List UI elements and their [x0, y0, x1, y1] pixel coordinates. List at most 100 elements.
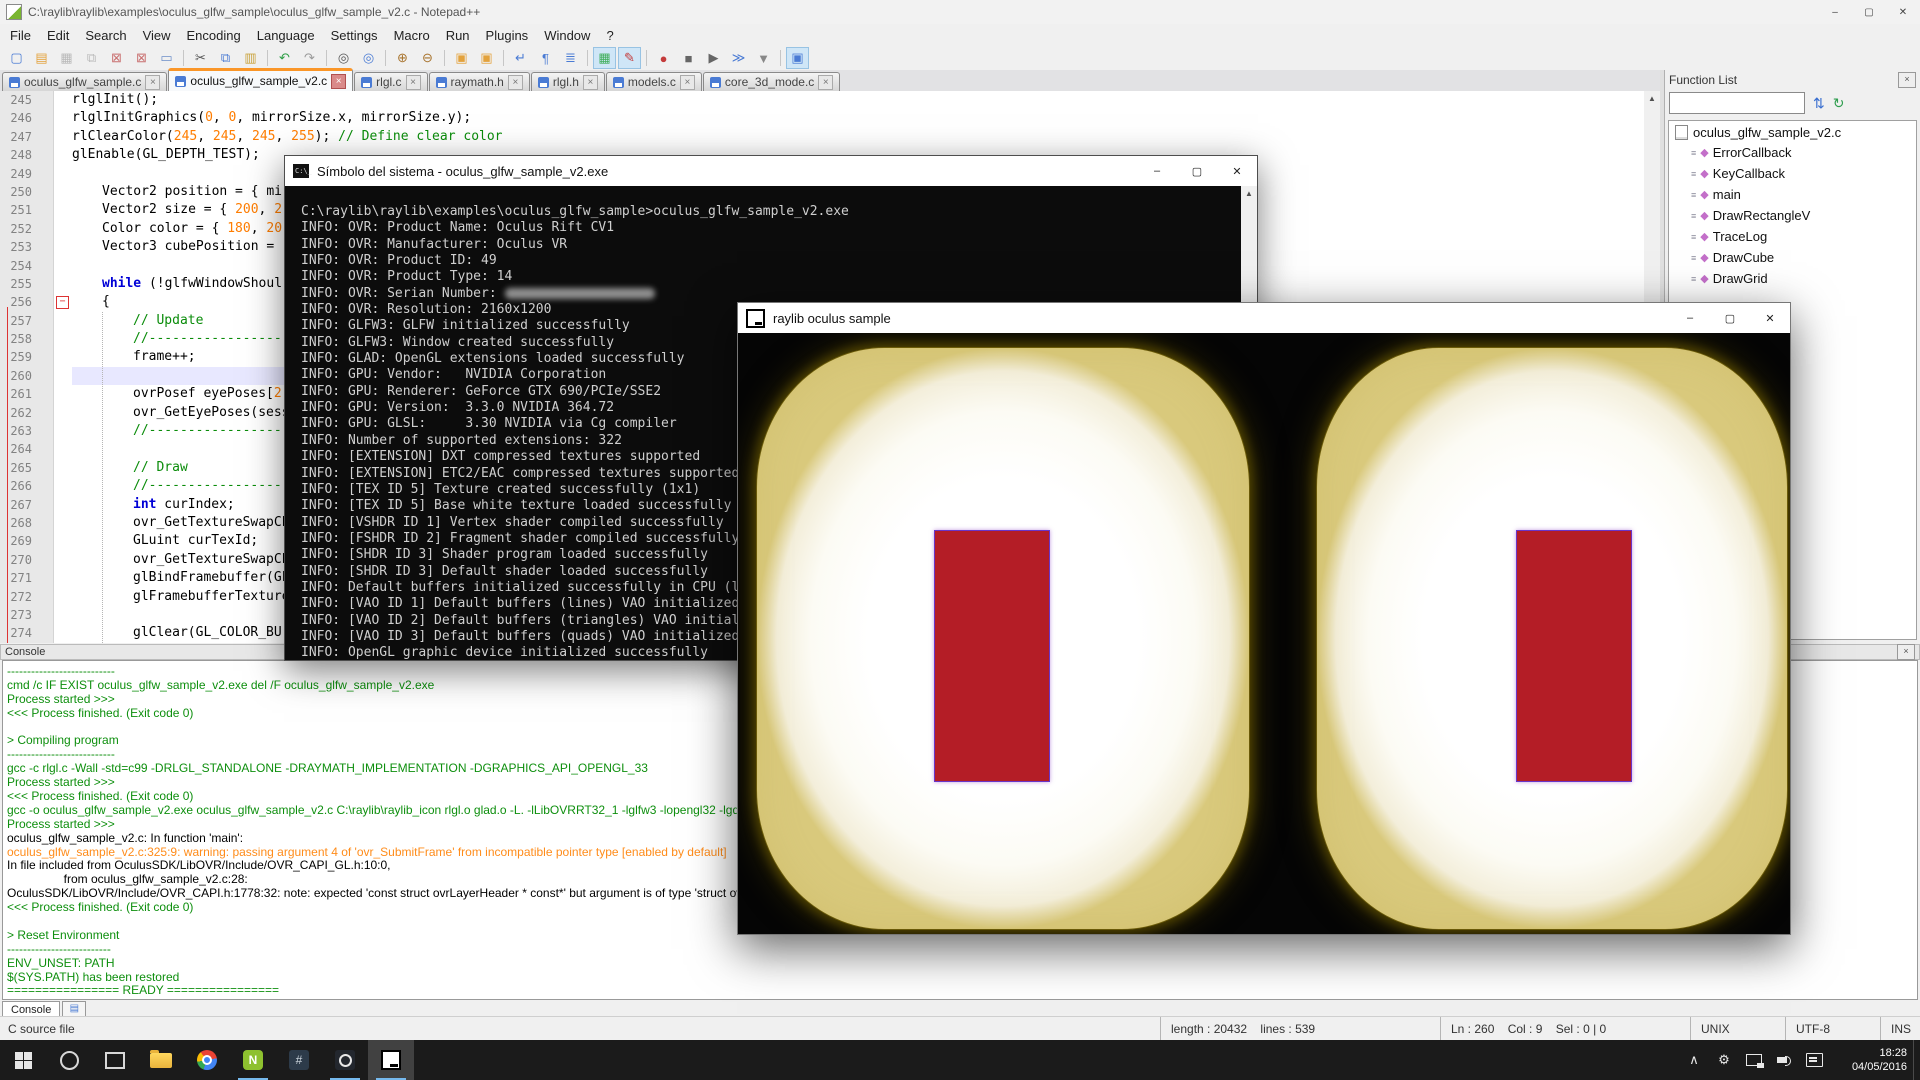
close-all-button[interactable]: ⊠ [130, 47, 153, 69]
print-button[interactable]: ▭ [155, 47, 178, 69]
tab-core_3d_mode.c[interactable]: core_3d_mode.c× [703, 72, 840, 91]
function-item-DrawRectangleV[interactable]: ≡◆DrawRectangleV [1669, 205, 1916, 226]
chrome-taskbar-button[interactable] [184, 1040, 230, 1080]
raylib-close-button[interactable]: ✕ [1750, 303, 1790, 333]
raylib-titlebar[interactable]: raylib oculus sample – ▢ ✕ [738, 303, 1790, 333]
copy-button[interactable]: ⧉ [214, 47, 237, 69]
reload-icon[interactable]: ↻ [1833, 95, 1845, 112]
menu-view[interactable]: View [135, 26, 179, 45]
app-dark-2-taskbar-button[interactable] [322, 1040, 368, 1080]
monitoring-button[interactable]: ▣ [786, 47, 809, 69]
tab-close-icon[interactable]: × [508, 75, 523, 90]
menu-settings[interactable]: Settings [323, 26, 386, 45]
tray-volume-button[interactable] [1769, 1040, 1799, 1080]
redo-button[interactable]: ↷ [298, 47, 321, 69]
function-item-ErrorCallback[interactable]: ≡◆ErrorCallback [1669, 142, 1916, 163]
function-name: DrawGrid [1713, 271, 1768, 286]
document-map-button[interactable]: ▦ [593, 47, 616, 69]
menu-help[interactable]: ? [598, 26, 621, 45]
search-button[interactable] [46, 1040, 92, 1080]
menu-plugins[interactable]: Plugins [478, 26, 537, 45]
sync-horizontal-scroll-button[interactable]: ▣ [475, 47, 498, 69]
function-tree-root[interactable]: oculus_glfw_sample_v2.c [1669, 121, 1916, 142]
tab-models.c[interactable]: models.c× [606, 72, 702, 91]
zoom-out-button[interactable]: ⊖ [416, 47, 439, 69]
new-file-button[interactable]: ▢ [5, 47, 28, 69]
open-file-button[interactable]: ▤ [30, 47, 53, 69]
undo-button[interactable]: ↶ [273, 47, 296, 69]
sort-az-icon[interactable]: ⇅ [1813, 95, 1825, 112]
maximize-button[interactable]: ▢ [1852, 0, 1886, 24]
tray-network-button[interactable] [1739, 1040, 1769, 1080]
tray-action-center-button[interactable] [1799, 1040, 1829, 1080]
macro-save-button[interactable]: ▼ [752, 47, 775, 69]
cut-button[interactable]: ✂ [189, 47, 212, 69]
function-item-DrawCube[interactable]: ≡◆DrawCube [1669, 247, 1916, 268]
find-button[interactable]: ◎ [332, 47, 355, 69]
file-explorer-taskbar-button[interactable] [138, 1040, 184, 1080]
menu-run[interactable]: Run [438, 26, 478, 45]
minimize-button[interactable]: – [1818, 0, 1852, 24]
tray-expand-button[interactable]: ∧ [1679, 1040, 1709, 1080]
menu-language[interactable]: Language [249, 26, 323, 45]
raylib-sample-taskbar-button[interactable] [368, 1040, 414, 1080]
tab-rlgl.h[interactable]: rlgl.h× [531, 72, 605, 91]
raylib-maximize-button[interactable]: ▢ [1710, 303, 1750, 333]
raylib-minimize-button[interactable]: – [1670, 303, 1710, 333]
function-list-close-icon[interactable]: × [1898, 72, 1916, 88]
tab-oculus_glfw_sample_v2.c[interactable]: oculus_glfw_sample_v2.c× [168, 68, 353, 91]
function-item-main[interactable]: ≡◆main [1669, 184, 1916, 205]
tab-close-icon[interactable]: × [680, 75, 695, 90]
scroll-up-icon[interactable]: ▲ [1644, 91, 1660, 107]
close-file-button[interactable]: ⊠ [105, 47, 128, 69]
taskbar-clock[interactable]: 18:28 04/05/2016 [1829, 1046, 1913, 1074]
indent-guide-button[interactable]: ≣ [559, 47, 582, 69]
console-close-icon[interactable]: × [1897, 644, 1915, 660]
start-button[interactable] [0, 1040, 46, 1080]
function-search-input[interactable] [1669, 92, 1805, 114]
task-view-button[interactable] [92, 1040, 138, 1080]
fold-collapse-icon[interactable]: − [56, 296, 69, 309]
notepad-plus-plus-taskbar-button[interactable]: N [230, 1040, 276, 1080]
show-desktop-button[interactable] [1913, 1040, 1920, 1080]
close-button[interactable]: ✕ [1886, 0, 1920, 24]
menu-search[interactable]: Search [77, 26, 134, 45]
function-item-TraceLog[interactable]: ≡◆TraceLog [1669, 226, 1916, 247]
macro-run-multiple-button[interactable]: ≫ [727, 47, 750, 69]
function-item-KeyCallback[interactable]: ≡◆KeyCallback [1669, 163, 1916, 184]
replace-button[interactable]: ◎ [357, 47, 380, 69]
tray-settings-button[interactable]: ⚙ [1709, 1040, 1739, 1080]
menu-file[interactable]: File [2, 26, 39, 45]
menu-edit[interactable]: Edit [39, 26, 77, 45]
menu-macro[interactable]: Macro [386, 26, 438, 45]
macro-record-button[interactable]: ● [652, 47, 675, 69]
tab-close-icon[interactable]: × [331, 74, 346, 89]
sync-vertical-scroll-button[interactable]: ▣ [450, 47, 473, 69]
tab-oculus_glfw_sample.c[interactable]: oculus_glfw_sample.c× [2, 72, 167, 91]
save-file-button[interactable]: ▦ [55, 47, 78, 69]
tab-close-icon[interactable]: × [406, 75, 421, 90]
tab-close-icon[interactable]: × [818, 75, 833, 90]
word-wrap-button[interactable]: ↵ [509, 47, 532, 69]
cmd-titlebar[interactable]: C:\_ Símbolo del sistema - oculus_glfw_s… [285, 156, 1257, 186]
cmd-minimize-button[interactable]: – [1137, 156, 1177, 186]
function-item-DrawGrid[interactable]: ≡◆DrawGrid [1669, 268, 1916, 289]
tab-close-icon[interactable]: × [145, 75, 160, 90]
cmd-scroll-up-icon[interactable]: ▲ [1241, 186, 1257, 202]
cmd-close-button[interactable]: ✕ [1217, 156, 1257, 186]
tab-close-icon[interactable]: × [583, 75, 598, 90]
tab-rlgl.c[interactable]: rlgl.c× [354, 72, 427, 91]
save-all-button[interactable]: ⧉ [80, 47, 103, 69]
zoom-in-button[interactable]: ⊕ [391, 47, 414, 69]
menu-encoding[interactable]: Encoding [179, 26, 249, 45]
app-dark-1-taskbar-button[interactable]: # [276, 1040, 322, 1080]
paste-button[interactable]: ▥ [239, 47, 262, 69]
function-list-toggle-button[interactable]: ✎ [618, 47, 641, 69]
show-all-characters-button[interactable]: ¶ [534, 47, 557, 69]
menu-window[interactable]: Window [536, 26, 598, 45]
tab-raymath.h[interactable]: raymath.h× [429, 72, 530, 91]
cmd-maximize-button[interactable]: ▢ [1177, 156, 1217, 186]
macro-stop-button[interactable]: ■ [677, 47, 700, 69]
bookmark-margin [38, 367, 54, 385]
macro-play-button[interactable]: ▶ [702, 47, 725, 69]
